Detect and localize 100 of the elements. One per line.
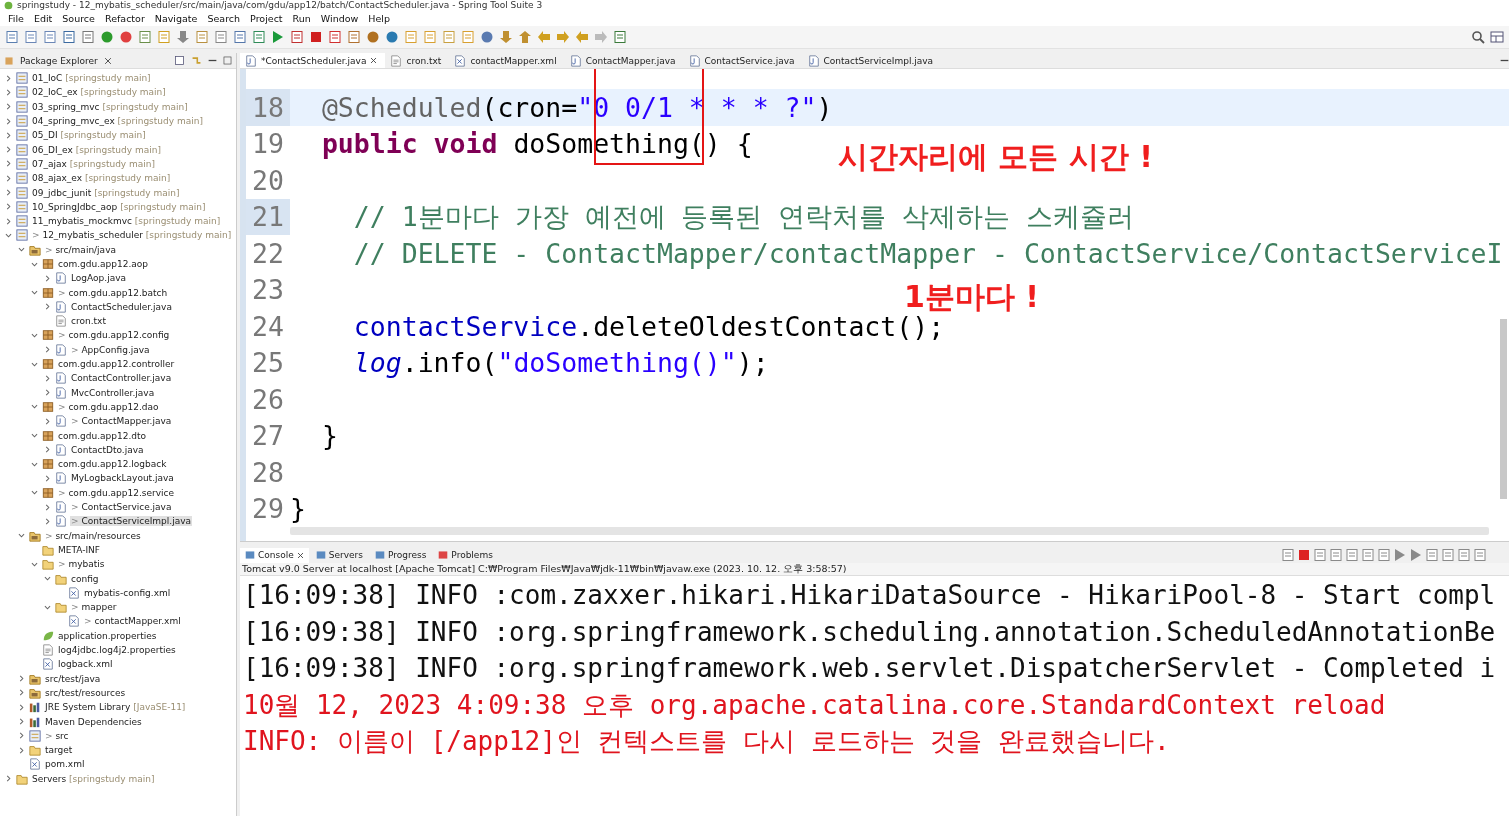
search-icon[interactable] [1471, 30, 1485, 44]
close-icon[interactable] [296, 551, 304, 559]
editor-tab[interactable]: ContactServiceImpl.java [802, 53, 942, 68]
tree-item[interactable]: 10_SpringJdbc_aop [springstudy main] [31, 201, 207, 212]
expand-chevron-icon[interactable] [43, 502, 52, 512]
collapse-chevron-icon[interactable] [30, 488, 39, 498]
tree-item[interactable]: mybatis-config.xml [83, 587, 172, 598]
tree-item[interactable]: log4jdbc.log4j2.properties [57, 645, 177, 655]
tree-item[interactable]: config [70, 573, 100, 584]
tree-item[interactable]: 01_IoC [springstudy main] [31, 73, 152, 84]
tree-item[interactable]: > src/main/java [44, 244, 117, 255]
tree-item[interactable]: src/test/java [44, 673, 102, 684]
expand-chevron-icon[interactable] [4, 145, 13, 155]
document-icon[interactable] [195, 30, 209, 44]
editor-tab[interactable]: ContactService.java [683, 53, 803, 68]
tree-item[interactable]: > ContactMapper.java [70, 416, 173, 427]
tree-item[interactable]: application.properties [57, 630, 158, 641]
menu-item[interactable]: Source [57, 12, 100, 24]
link-icon[interactable] [191, 55, 202, 66]
expand-chevron-icon[interactable] [43, 416, 52, 426]
expand-chevron-icon[interactable] [4, 73, 13, 83]
tree-item[interactable]: > AppConfig.java [70, 344, 151, 355]
expand-chevron-icon[interactable] [17, 688, 26, 698]
menu-item[interactable]: File [3, 12, 29, 24]
stop-icon[interactable] [1297, 548, 1311, 562]
expand-chevron-icon[interactable] [4, 116, 13, 126]
back-icon[interactable] [537, 30, 551, 44]
expand-chevron-icon[interactable] [17, 702, 26, 712]
maximize-icon[interactable] [223, 56, 232, 65]
perspective-icon[interactable] [1490, 30, 1504, 44]
collapse-chevron-icon[interactable] [30, 402, 39, 412]
tree-item[interactable]: Servers [springstudy main] [31, 773, 156, 784]
menu-item[interactable]: Search [202, 12, 246, 24]
tree-item[interactable]: logback.xml [57, 659, 114, 670]
up-arrow-icon[interactable] [518, 30, 532, 44]
play-icon[interactable] [271, 30, 285, 44]
collapse-chevron-icon[interactable] [17, 245, 26, 255]
tree-item[interactable]: > com.gdu.app12.service [57, 487, 175, 498]
menu-item[interactable]: Help [363, 12, 395, 24]
tree-item[interactable]: com.gdu.app12.logback [57, 459, 168, 470]
expand-chevron-icon[interactable] [4, 774, 13, 784]
tree-item[interactable]: 07_ajax [springstudy main] [31, 158, 157, 169]
tree-item[interactable]: 06_DI_ex [springstudy main] [31, 144, 162, 155]
collapse-chevron-icon[interactable] [43, 574, 52, 584]
editor-tab[interactable]: ContactMapper.java [564, 53, 684, 68]
tree-item[interactable]: > contactMapper.xml [83, 616, 182, 627]
tree-item[interactable]: > com.gdu.app12.config [57, 330, 171, 341]
close-icon[interactable] [103, 56, 112, 65]
expand-chevron-icon[interactable] [17, 717, 26, 726]
menu-item[interactable]: Edit [28, 12, 58, 24]
console-tab[interactable]: Console [240, 547, 309, 563]
console-tab[interactable]: Problems [433, 547, 498, 563]
console-tab[interactable]: Servers [310, 547, 368, 563]
tree-item[interactable]: JRE System Library [JavaSE-11] [44, 702, 187, 713]
console-tab[interactable]: Progress [369, 547, 432, 563]
tree-item[interactable]: > com.gdu.app12.batch [57, 287, 169, 298]
menu-item[interactable]: Window [315, 12, 364, 24]
stop-icon[interactable] [309, 30, 323, 44]
tree-item[interactable]: cron.txt [70, 316, 107, 327]
expand-chevron-icon[interactable] [43, 302, 52, 312]
tree-item[interactable]: > src/main/resources [44, 530, 142, 541]
expand-chevron-icon[interactable] [43, 345, 52, 355]
close-icon[interactable] [370, 57, 378, 64]
tree-item[interactable]: ContactController.java [70, 373, 173, 384]
tree-item[interactable]: 08_ajax_ex [springstudy main] [31, 173, 172, 184]
menu-item[interactable]: Project [245, 12, 288, 24]
tree-item[interactable]: com.gdu.app12.aop [57, 259, 150, 269]
collapse-chevron-icon[interactable] [30, 431, 39, 441]
tree-item[interactable]: > com.gdu.app12.dao [57, 401, 160, 412]
back-icon[interactable] [575, 30, 589, 44]
collapse-chevron-icon[interactable] [30, 331, 39, 340]
down-arrow-icon[interactable] [499, 30, 513, 44]
new-file-icon[interactable] [5, 30, 19, 44]
editor-tab[interactable]: cron.txt [385, 53, 450, 68]
tree-item[interactable]: 02_IoC_ex [springstudy main] [31, 87, 167, 98]
tree-item[interactable]: 04_spring_mvc_ex [springstudy main] [31, 116, 204, 127]
menu-item[interactable]: Refactor [99, 12, 150, 24]
tree-item[interactable]: > ContactService.java [70, 502, 173, 513]
tree-item[interactable]: 05_DI [springstudy main] [31, 130, 147, 141]
tree-item[interactable]: > mapper [70, 602, 118, 613]
tree-item[interactable]: > mybatis [57, 559, 106, 570]
tree-item[interactable]: ContactScheduler.java [70, 301, 173, 312]
tree-item[interactable]: > ContactServiceImpl.java [70, 516, 193, 527]
tree-item[interactable]: src/test/resources [44, 687, 127, 698]
tree-item[interactable]: Maven Dependencies [44, 716, 143, 727]
expand-chevron-icon[interactable] [17, 731, 26, 741]
expand-chevron-icon[interactable] [43, 273, 52, 283]
expand-chevron-icon[interactable] [4, 130, 13, 140]
tree-item[interactable]: com.gdu.app12.dto [57, 430, 148, 441]
menu-item[interactable]: Navigate [149, 12, 203, 24]
tree-item[interactable]: > 12_mybatis_scheduler [springstudy main] [31, 230, 233, 241]
tree-item[interactable]: com.gdu.app12.controller [57, 359, 176, 370]
tree-item[interactable]: pom.xml [44, 759, 86, 770]
tree-item[interactable]: target [44, 745, 74, 756]
expand-chevron-icon[interactable] [4, 173, 13, 183]
expand-chevron-icon[interactable] [17, 745, 26, 755]
expand-chevron-icon[interactable] [4, 188, 13, 197]
expand-chevron-icon[interactable] [43, 473, 52, 483]
tree-item[interactable]: MyLogbackLayout.java [70, 473, 175, 484]
view-title[interactable]: Package Explorer [20, 55, 98, 66]
